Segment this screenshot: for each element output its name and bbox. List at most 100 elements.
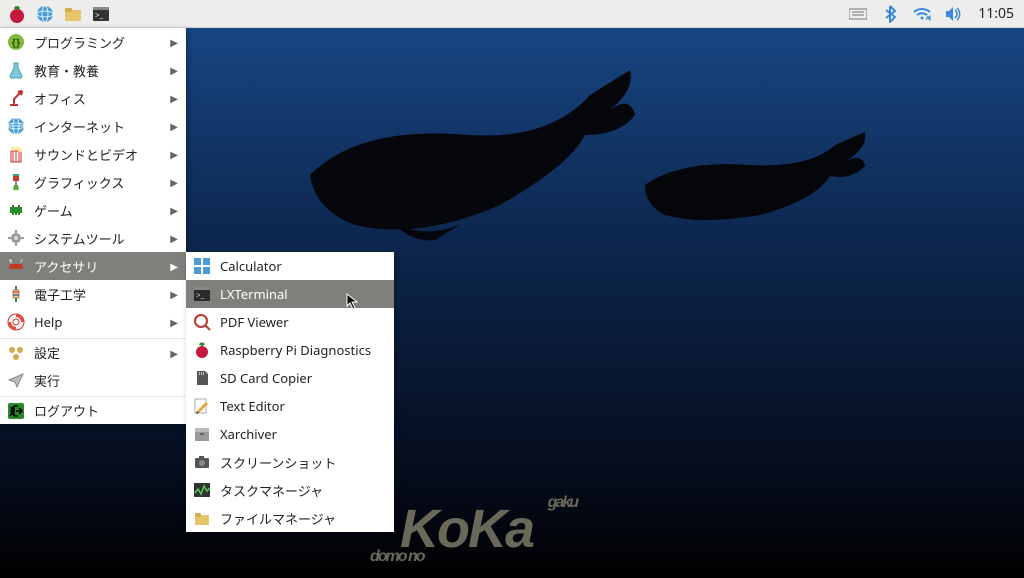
submenu-item-calculator[interactable]: Calculator — [186, 252, 394, 280]
chevron-right-icon: ▶ — [170, 203, 178, 217]
swissknife-icon — [6, 256, 26, 276]
menu-item-graphics[interactable]: グラフィックス ▶ — [0, 168, 186, 196]
menu-item-label: プログラミング — [34, 33, 162, 52]
submenu-item-label: Xarchiver — [220, 425, 277, 443]
submenu-item-label: SD Card Copier — [220, 369, 312, 387]
browser-launcher[interactable] — [32, 2, 58, 26]
menu-item-label: システムツール — [34, 229, 162, 248]
menu-item-label: グラフィックス — [34, 173, 162, 192]
menu-item-electronics[interactable]: 電子工学 ▶ — [0, 280, 186, 308]
menu-item-label: サウンドとビデオ — [34, 145, 162, 164]
wallpaper-logo: KoKa gaku domo no — [400, 498, 533, 560]
popcorn-icon — [6, 144, 26, 164]
chevron-right-icon: ▶ — [170, 259, 178, 273]
chevron-right-icon: ▶ — [170, 147, 178, 161]
submenu-item-diagnostics[interactable]: Raspberry Pi Diagnostics — [186, 336, 394, 364]
camera-icon — [192, 452, 212, 472]
gear-icon — [6, 228, 26, 248]
submenu-item-filemanager[interactable]: ファイルマネージャ — [186, 504, 394, 532]
menu-item-run[interactable]: 実行 — [0, 366, 186, 394]
menu-item-label: 電子工学 — [34, 285, 162, 304]
menu-item-internet[interactable]: インターネット ▶ — [0, 112, 186, 140]
sdcard-icon — [192, 368, 212, 388]
bluetooth-tray-icon[interactable] — [880, 4, 900, 24]
folder-icon — [192, 508, 212, 528]
svg-text:>_: >_ — [95, 10, 104, 21]
flask-icon — [6, 60, 26, 80]
raspberry-icon — [192, 340, 212, 360]
wallpaper-whale — [300, 65, 640, 245]
clock[interactable]: 11:05 — [976, 4, 1014, 23]
submenu-item-sdcopier[interactable]: SD Card Copier — [186, 364, 394, 392]
taskbar: >_ 11:05 — [0, 0, 1024, 28]
svg-text:{}: {} — [12, 35, 21, 50]
menu-item-system-tools[interactable]: システムツール ▶ — [0, 224, 186, 252]
globe-icon — [6, 116, 26, 136]
menu-item-label: Help — [34, 313, 162, 331]
chevron-right-icon: ▶ — [170, 315, 178, 329]
exit-icon — [6, 401, 26, 421]
submenu-item-lxterminal[interactable]: >_ LXTerminal — [186, 280, 394, 308]
invader-icon — [6, 200, 26, 220]
chevron-right-icon: ▶ — [170, 175, 178, 189]
volume-tray-icon[interactable] — [944, 4, 964, 24]
chevron-right-icon: ▶ — [170, 63, 178, 77]
pdf-icon — [192, 312, 212, 332]
calculator-icon — [192, 256, 212, 276]
menu-item-label: インターネット — [34, 117, 162, 136]
submenu-item-taskmanager[interactable]: タスクマネージャ — [186, 476, 394, 504]
filemanager-launcher[interactable] — [60, 2, 86, 26]
chevron-right-icon: ▶ — [170, 119, 178, 133]
menu-item-accessories[interactable]: アクセサリ ▶ — [0, 252, 186, 280]
archive-icon — [192, 424, 212, 444]
application-menu: {} プログラミング ▶ 教育・教養 ▶ オフィス ▶ インターネット ▶ サウ… — [0, 28, 186, 424]
terminal-launcher[interactable]: >_ — [88, 2, 114, 26]
submenu-item-xarchiver[interactable]: Xarchiver — [186, 420, 394, 448]
resistor-icon — [6, 284, 26, 304]
keyboard-tray-icon[interactable] — [848, 4, 868, 24]
svg-text:>_: >_ — [196, 290, 205, 301]
menu-item-label: アクセサリ — [34, 257, 162, 276]
submenu-item-label: PDF Viewer — [220, 313, 289, 331]
menu-item-programming[interactable]: {} プログラミング ▶ — [0, 28, 186, 56]
menu-item-sound-video[interactable]: サウンドとビデオ ▶ — [0, 140, 186, 168]
wifi-tray-icon[interactable] — [912, 4, 932, 24]
menu-button[interactable] — [4, 2, 30, 26]
menu-item-label: 設定 — [34, 343, 162, 362]
dials-icon — [6, 343, 26, 363]
menu-item-education[interactable]: 教育・教養 ▶ — [0, 56, 186, 84]
submenu-item-label: タスクマネージャ — [220, 481, 323, 500]
submenu-item-label: Calculator — [220, 257, 282, 275]
menu-item-label: ゲーム — [34, 201, 162, 220]
lamp-icon — [6, 88, 26, 108]
submenu-item-texteditor[interactable]: Text Editor — [186, 392, 394, 420]
menu-item-label: ログアウト — [34, 401, 178, 420]
taskmanager-icon — [192, 480, 212, 500]
braces-icon: {} — [6, 32, 26, 52]
chevron-right-icon: ▶ — [170, 35, 178, 49]
submenu-item-label: LXTerminal — [220, 285, 288, 303]
submenu-item-pdfviewer[interactable]: PDF Viewer — [186, 308, 394, 336]
menu-item-games[interactable]: ゲーム ▶ — [0, 196, 186, 224]
terminal-icon: >_ — [192, 284, 212, 304]
paperplane-icon — [6, 370, 26, 390]
menu-item-preferences[interactable]: 設定 ▶ — [0, 338, 186, 366]
pencil-icon — [192, 396, 212, 416]
paintbrush-icon — [6, 172, 26, 192]
wallpaper-whale-small — [640, 130, 870, 230]
menu-item-office[interactable]: オフィス ▶ — [0, 84, 186, 112]
menu-item-label: オフィス — [34, 89, 162, 108]
chevron-right-icon: ▶ — [170, 287, 178, 301]
submenu-item-label: Text Editor — [220, 397, 285, 415]
submenu-item-screenshot[interactable]: スクリーンショット — [186, 448, 394, 476]
menu-item-logout[interactable]: ログアウト — [0, 396, 186, 424]
menu-item-label: 教育・教養 — [34, 61, 162, 80]
submenu-item-label: ファイルマネージャ — [220, 509, 336, 528]
lifebuoy-icon — [6, 312, 26, 332]
menu-item-label: 実行 — [34, 371, 178, 390]
chevron-right-icon: ▶ — [170, 91, 178, 105]
menu-item-help[interactable]: Help ▶ — [0, 308, 186, 336]
submenu-item-label: スクリーンショット — [220, 453, 336, 472]
chevron-right-icon: ▶ — [170, 346, 178, 360]
accessories-submenu: Calculator >_ LXTerminal PDF Viewer Rasp… — [186, 252, 394, 532]
